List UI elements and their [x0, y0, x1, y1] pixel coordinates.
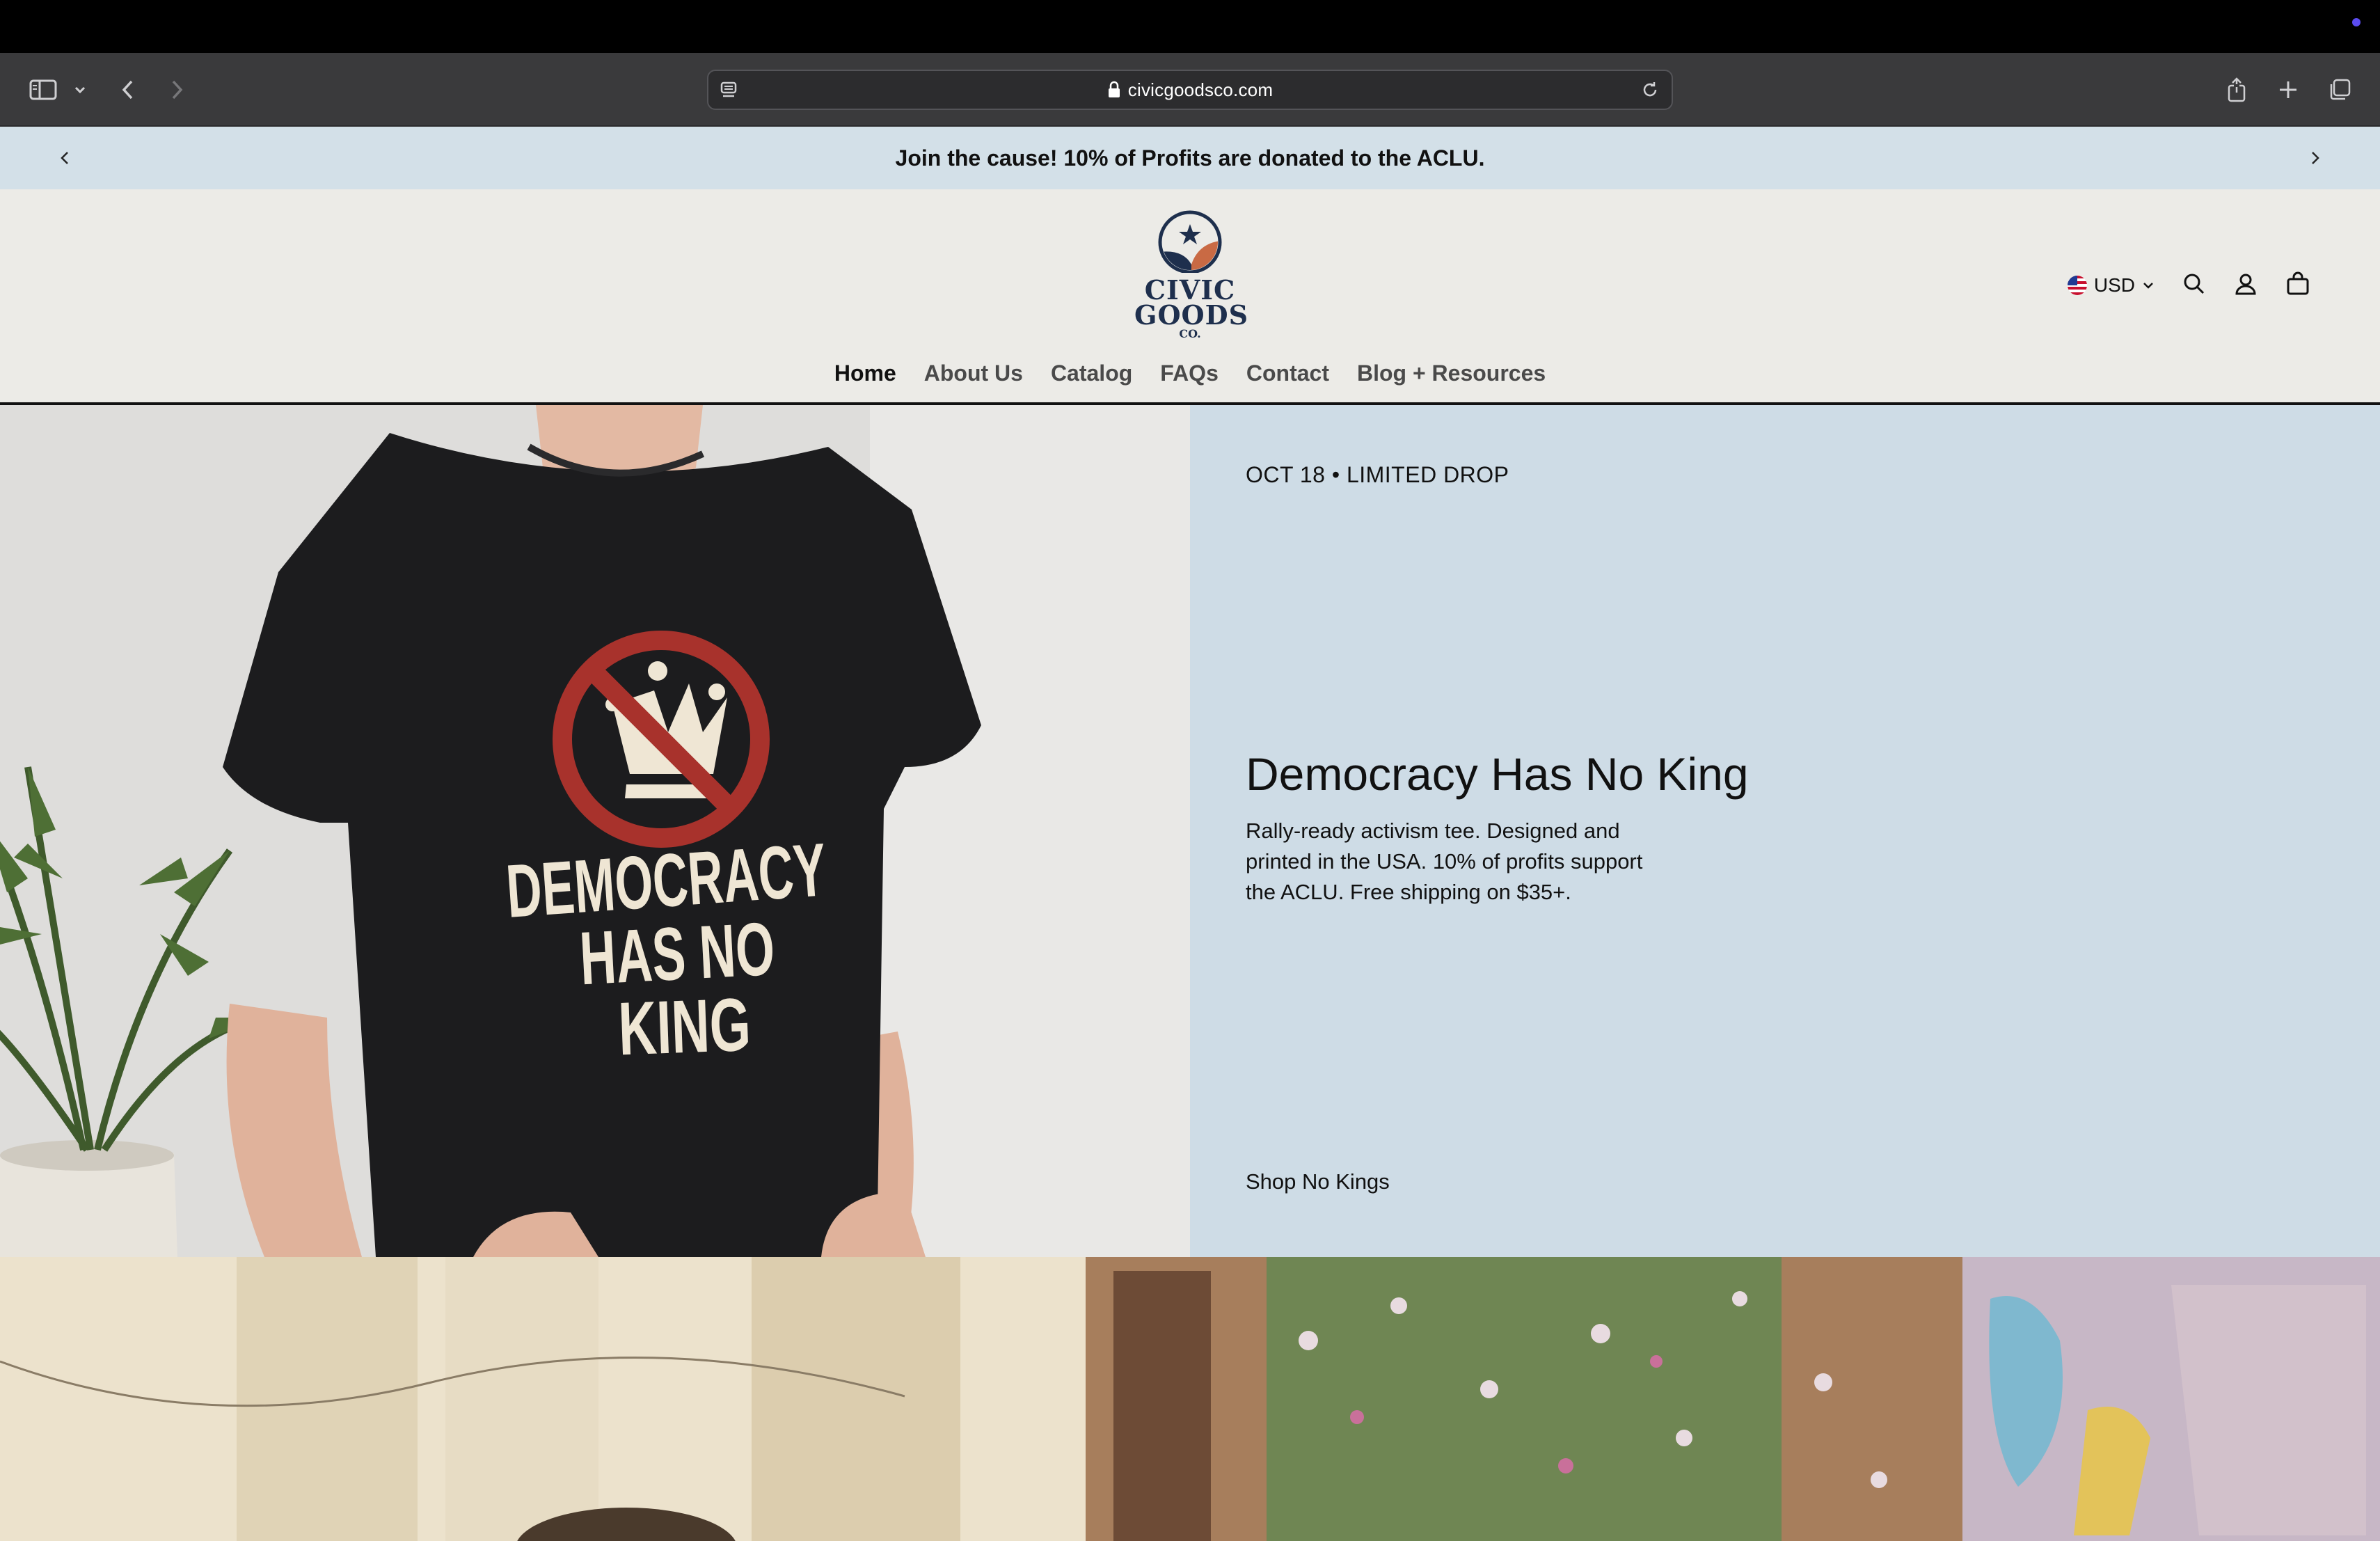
tshirt-photo-illustration: DEMOCRACY HAS NO KING: [0, 405, 1190, 1257]
tab-overview-icon[interactable]: [2324, 53, 2355, 127]
shirt-text-line3: KING: [617, 982, 752, 1071]
announcement-bar: Join the cause! 10% of Profits are donat…: [0, 127, 2380, 189]
hero-eyebrow: OCT 18 • LIMITED DROP: [1246, 462, 1509, 487]
shop-no-kings-link[interactable]: Shop No Kings: [1246, 1169, 1390, 1194]
logo-text-line3: CO.: [1179, 327, 1201, 340]
announcement-next-arrow-icon[interactable]: [2284, 127, 2347, 189]
address-bar[interactable]: civicgoodsco.com: [707, 70, 1673, 110]
share-icon[interactable]: [2221, 53, 2252, 127]
reload-icon[interactable]: [1640, 79, 1660, 104]
header-utilities: USD: [2067, 264, 2310, 306]
reader-icon[interactable]: [718, 79, 740, 105]
cart-bag-icon[interactable]: [2285, 271, 2310, 300]
announcement-prev-arrow-icon[interactable]: [33, 127, 96, 189]
announcement-text: Join the cause! 10% of Profits are donat…: [895, 145, 1485, 171]
system-status-strip: [0, 0, 2380, 53]
site-logo[interactable]: CIVIC GOODS CO.: [1134, 210, 1249, 340]
hero-section: DEMOCRACY HAS NO KING OCT 18 • LIMITED D…: [0, 405, 2380, 1257]
street-scene-illustration: [0, 1257, 2380, 1541]
currency-label: USD: [2093, 274, 2135, 296]
hero-title: Democracy Has No King: [1246, 748, 1749, 800]
hero-text-panel: OCT 18 • LIMITED DROP Democracy Has No K…: [1190, 405, 2380, 1257]
account-icon[interactable]: [2234, 272, 2258, 299]
forward-arrow-icon[interactable]: [163, 53, 191, 127]
chevron-down-icon[interactable]: [70, 53, 90, 127]
url-text: civicgoodsco.com: [1127, 79, 1274, 100]
lock-icon: [1107, 81, 1121, 99]
status-indicator-dot: [2352, 18, 2361, 26]
nav-item-blog-resources[interactable]: Blog + Resources: [1357, 361, 1546, 386]
hero-product-image[interactable]: DEMOCRACY HAS NO KING: [0, 405, 1190, 1257]
nav-item-contact[interactable]: Contact: [1246, 361, 1329, 386]
back-arrow-icon[interactable]: [114, 53, 142, 127]
nav-item-catalog[interactable]: Catalog: [1051, 361, 1132, 386]
browser-toolbar: civicgoodsco.com: [0, 53, 2380, 127]
us-flag-icon: [2067, 276, 2087, 295]
nav-item-about-us[interactable]: About Us: [924, 361, 1023, 386]
nav-item-faqs[interactable]: FAQs: [1160, 361, 1219, 386]
search-icon[interactable]: [2182, 272, 2206, 299]
chevron-down-icon: [2143, 283, 2153, 289]
hero-description: Rally-ready activism tee. Designed and p…: [1246, 819, 1643, 904]
nav-item-home[interactable]: Home: [834, 361, 896, 386]
main-navigation: Home About Us Catalog FAQs Contact Blog …: [0, 361, 2380, 386]
logo-emblem-icon: [1158, 210, 1222, 273]
logo-text-line2: GOODS: [1134, 299, 1249, 331]
new-tab-plus-icon[interactable]: [2273, 53, 2303, 127]
currency-selector[interactable]: USD: [2067, 274, 2155, 297]
sidebar-toggle-icon[interactable]: [25, 53, 61, 127]
site-header: CIVIC GOODS CO. USD Home About Us Catalo…: [0, 189, 2380, 405]
secondary-banner-image[interactable]: [0, 1257, 2380, 1541]
